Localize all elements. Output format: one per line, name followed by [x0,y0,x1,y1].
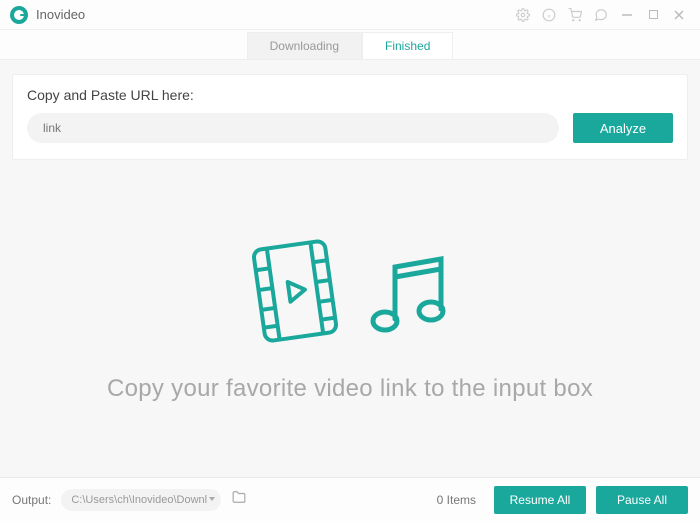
feedback-icon[interactable] [590,4,612,26]
url-input[interactable] [27,113,559,143]
minimize-icon[interactable] [616,4,638,26]
app-title: Inovideo [36,7,85,22]
analyze-button[interactable]: Analyze [573,113,673,143]
illustration [247,235,453,347]
tab-finished[interactable]: Finished [362,32,453,59]
music-note-icon [367,241,453,341]
close-icon[interactable] [668,4,690,26]
empty-tagline: Copy your favorite video link to the inp… [107,375,593,403]
empty-state: Copy your favorite video link to the inp… [0,160,700,477]
url-label: Copy and Paste URL here: [27,87,673,103]
url-panel: Copy and Paste URL here: Analyze [12,74,688,160]
info-icon[interactable] [538,4,560,26]
open-folder-icon[interactable] [231,490,247,509]
settings-gear-icon[interactable] [512,4,534,26]
pause-all-button[interactable]: Pause All [596,486,688,514]
app-logo-icon [10,6,28,24]
maximize-icon[interactable] [642,4,664,26]
resume-all-button[interactable]: Resume All [494,486,586,514]
tab-downloading[interactable]: Downloading [247,32,362,59]
footer-bar: Output: C:\Users\ch\Inovideo\Downl 0 Ite… [0,477,700,521]
items-count: 0 Items [437,493,476,507]
film-icon [247,235,343,347]
cart-icon[interactable] [564,4,586,26]
output-path-text: C:\Users\ch\Inovideo\Downl [71,494,207,506]
tab-bar: Downloading Finished [0,30,700,60]
titlebar: Inovideo [0,0,700,30]
output-label: Output: [12,493,51,507]
output-path-dropdown[interactable]: C:\Users\ch\Inovideo\Downl [61,489,221,511]
